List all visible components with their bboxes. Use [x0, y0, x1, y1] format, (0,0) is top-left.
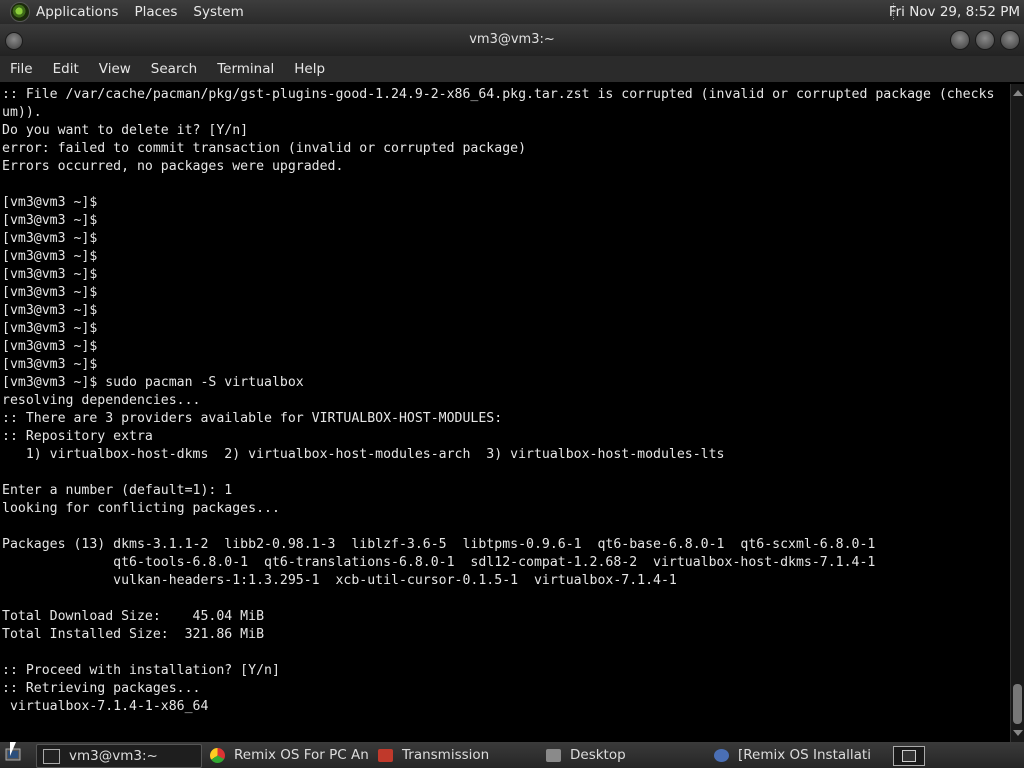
folder-icon: [546, 748, 561, 762]
menu-places[interactable]: Places: [134, 4, 177, 20]
terminal-line: [vm3@vm3 ~]$: [2, 321, 98, 336]
clock[interactable]: Fri Nov 29, 8:52 PM: [889, 4, 1020, 20]
task-label: vm3@vm3:~: [69, 748, 158, 764]
workspace-1[interactable]: [902, 750, 916, 762]
terminal-line: 1) virtualbox-host-dkms 2) virtualbox-ho…: [25, 447, 725, 462]
bottom-taskbar: vm3@vm3:~ Remix OS For PC An... Transmis…: [0, 742, 1024, 768]
task-transmission[interactable]: Transmission: [372, 744, 536, 766]
terminal-line: [vm3@vm3 ~]$: [2, 339, 98, 354]
window-title: vm3@vm3:~: [469, 32, 555, 47]
terminal-line: qt6-tools-6.8.0-1 qt6-translations-6.8.0…: [113, 555, 876, 570]
minimize-icon[interactable]: [950, 30, 970, 50]
window-titlebar[interactable]: vm3@vm3:~: [0, 24, 1024, 56]
menu-file[interactable]: File: [0, 61, 43, 77]
terminal-line: [vm3@vm3 ~]$: [2, 195, 98, 210]
scroll-down-icon[interactable]: [1013, 730, 1023, 736]
terminal-line: [vm3@vm3 ~]$: [2, 249, 98, 264]
terminal-line: :: File /var/cache/pacman/pkg/gst-plugin…: [2, 87, 995, 102]
terminal-line: [vm3@vm3 ~]$: [2, 357, 98, 372]
terminal-line: um)).: [2, 105, 42, 120]
terminal-line: looking for conflicting packages...: [2, 501, 280, 516]
terminal-line: Packages (13) dkms-3.1.1-2 libb2-0.98.1-…: [2, 537, 876, 552]
terminal-line: :: Repository extra: [2, 429, 153, 444]
terminal-line: virtualbox-7.1.4-1-x86_64: [9, 699, 209, 714]
workspace-switcher[interactable]: [893, 746, 925, 766]
terminal-line: [vm3@vm3 ~]$: [2, 267, 98, 282]
browser-icon: [714, 748, 729, 762]
task-label: Transmission: [402, 747, 490, 763]
terminal-line: [vm3@vm3 ~]$: [2, 231, 98, 246]
top-panel: Applications Places System Fri Nov 29, 8…: [0, 0, 1024, 24]
terminal-line: Do you want to delete it? [Y/n]: [2, 123, 249, 138]
terminal-line: :: Proceed with installation? [Y/n]: [2, 663, 280, 678]
transmission-icon: [378, 748, 393, 762]
menu-view[interactable]: View: [89, 61, 141, 77]
terminal-output[interactable]: :: File /var/cache/pacman/pkg/gst-plugin…: [0, 84, 1010, 742]
task-remix-os[interactable]: Remix OS For PC An...: [204, 744, 368, 766]
scrollbar-thumb[interactable]: [1013, 684, 1022, 724]
terminal-line: [vm3@vm3 ~]$: [2, 285, 98, 300]
terminal-line: :: There are 3 providers available for V…: [2, 411, 503, 426]
task-terminal[interactable]: vm3@vm3:~: [36, 744, 202, 768]
task-label: Remix OS For PC An...: [234, 747, 368, 763]
close-icon[interactable]: [1000, 30, 1020, 50]
mouse-pointer-icon: [10, 742, 16, 756]
terminal-line: Enter a number (default=1): 1: [2, 483, 233, 498]
task-label: [Remix OS Installati...: [738, 747, 872, 763]
terminal-line: [vm3@vm3 ~]$: [2, 303, 98, 318]
task-remix-install[interactable]: [Remix OS Installati...: [708, 744, 872, 766]
maximize-icon[interactable]: [975, 30, 995, 50]
terminal-line: error: failed to commit transaction (inv…: [2, 141, 527, 156]
terminal-scrollbar[interactable]: [1010, 84, 1024, 742]
terminal-line: [vm3@vm3 ~]$: [2, 213, 98, 228]
terminal-line: Total Download Size: 45.04 MiB: [2, 609, 265, 624]
terminal-line: [vm3@vm3 ~]$ sudo pacman -S virtualbox: [2, 375, 304, 390]
menu-applications[interactable]: Applications: [36, 4, 118, 20]
terminal-line: Total Installed Size: 321.86 MiB: [2, 627, 265, 642]
terminal-icon: [43, 748, 60, 764]
window-menu-icon[interactable]: [5, 32, 23, 50]
terminal-line: vulkan-headers-1:1.3.295-1 xcb-util-curs…: [113, 573, 677, 588]
terminal-text[interactable]: :: File /var/cache/pacman/pkg/gst-plugin…: [0, 84, 1010, 716]
task-desktop[interactable]: Desktop: [540, 744, 704, 766]
distro-logo-icon[interactable]: [10, 2, 30, 22]
menu-search[interactable]: Search: [141, 61, 207, 77]
terminal-line: :: Retrieving packages...: [2, 681, 201, 696]
menu-help[interactable]: Help: [284, 61, 335, 77]
menu-edit[interactable]: Edit: [43, 61, 89, 77]
chrome-icon: [210, 747, 225, 763]
task-label: Desktop: [570, 747, 626, 763]
menubar: File Edit View Search Terminal Help: [0, 56, 1024, 82]
terminal-line: Errors occurred, no packages were upgrad…: [2, 159, 344, 174]
menu-terminal[interactable]: Terminal: [207, 61, 284, 77]
scroll-up-icon[interactable]: [1013, 90, 1023, 96]
menu-system[interactable]: System: [193, 4, 243, 20]
terminal-line: resolving dependencies...: [2, 393, 201, 408]
